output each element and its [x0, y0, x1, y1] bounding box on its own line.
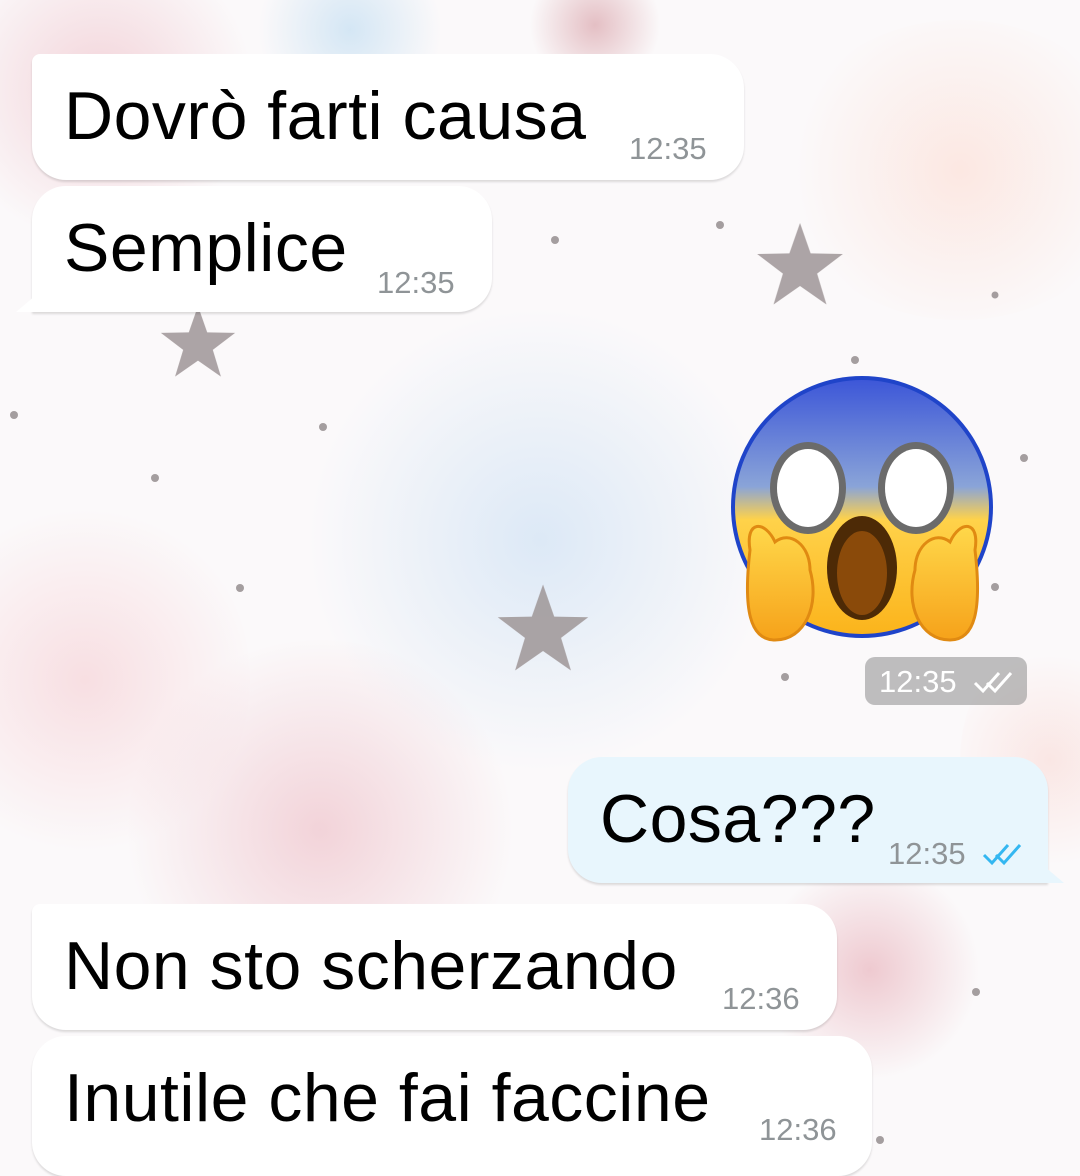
- star-icon: [160, 306, 236, 377]
- bubble-tail: [16, 290, 42, 312]
- message-timestamp: 12:35: [377, 265, 455, 300]
- star-icon: [497, 584, 589, 671]
- message-timestamp: 12:35: [888, 836, 966, 871]
- incoming-message-bubble[interactable]: Semplice 12:35: [16, 186, 492, 312]
- face-screaming-in-fear-emoji: [731, 376, 993, 642]
- message-text: Non sto scherzando: [64, 928, 678, 1004]
- star-icon: [757, 223, 843, 305]
- message-timestamp: 12:35: [879, 664, 957, 699]
- incoming-message-bubble[interactable]: Dovrò farti causa 12:35: [32, 54, 744, 180]
- sticker-timestamp-pill: 12:35: [865, 657, 1027, 705]
- incoming-message-bubble[interactable]: Inutile che fai faccine 12:36: [32, 1036, 872, 1176]
- sticker-message[interactable]: [725, 370, 1000, 660]
- outgoing-message-bubble[interactable]: Cosa??? 12:35: [568, 757, 1064, 883]
- double-check-icon: [973, 672, 1013, 694]
- message-timestamp: 12:35: [629, 131, 707, 166]
- message-text: Cosa???: [600, 781, 876, 857]
- message-timestamp: 12:36: [759, 1112, 837, 1147]
- incoming-message-bubble[interactable]: Non sto scherzando 12:36: [32, 904, 837, 1030]
- bubble-tail: [1038, 861, 1064, 883]
- message-text: Dovrò farti causa: [64, 78, 587, 154]
- double-check-icon: [982, 844, 1022, 866]
- message-timestamp: 12:36: [722, 981, 800, 1016]
- message-text: Inutile che fai faccine: [64, 1060, 711, 1136]
- message-text: Semplice: [64, 210, 348, 286]
